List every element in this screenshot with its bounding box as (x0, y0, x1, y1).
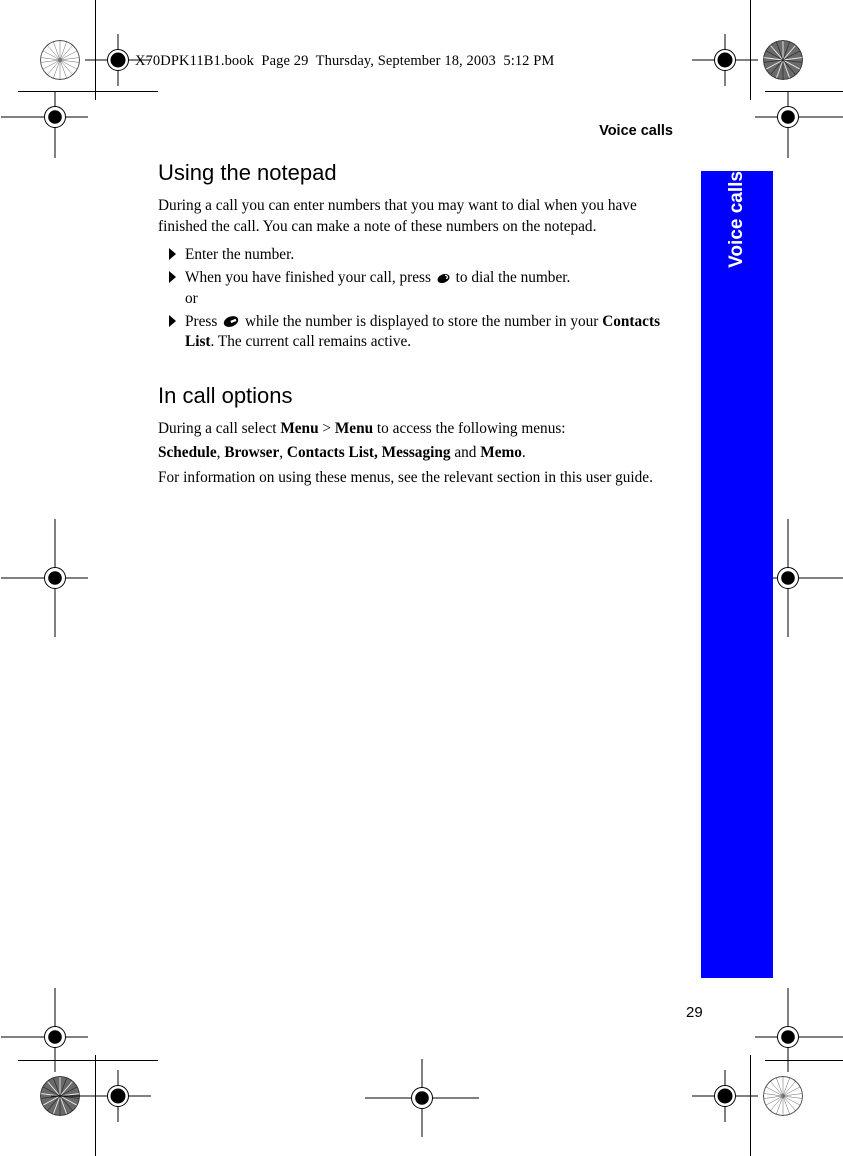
registration-target-icon (51, 1070, 151, 1122)
thumb-tab-label-wrap: Voice calls (701, 171, 773, 978)
guide-line-left (95, 0, 96, 100)
menu-list-sep-4: . (521, 444, 526, 462)
step-text-after-icon: to dial the number. (451, 269, 571, 287)
printed-page: X70DPK11B1.book Page 29 Thursday, Septem… (0, 0, 843, 1156)
list-item: Press while the number is displayed to s… (158, 312, 673, 353)
running-header: Voice calls (599, 123, 673, 139)
trim-line-bottom-right (765, 1060, 843, 1061)
registration-target-icon (1, 91, 88, 158)
file-header-stamp: X70DPK11B1.book Page 29 Thursday, Septem… (135, 53, 555, 69)
in-call-closing-paragraph: For information on using these menus, se… (158, 468, 653, 486)
step-text-before-icon: When you have finished your call, press (185, 269, 435, 287)
trim-line-bottom-left (18, 1060, 158, 1061)
page-content: Using the notepad During a call you can … (158, 160, 673, 494)
menu-item-browser: Browser (224, 444, 280, 462)
menu-separator: > (318, 420, 335, 437)
menu-item-schedule: Schedule (158, 444, 217, 462)
guide-line-left-bottom (95, 1055, 96, 1156)
in-call-menu-list: Schedule, Browser, Contacts List, Messag… (158, 443, 673, 463)
list-item: Enter the number. (158, 245, 673, 265)
trim-line-top-left (18, 91, 158, 92)
page-number: 29 (686, 1004, 703, 1021)
store-key-icon (223, 315, 239, 328)
section-heading-in-call-options: In call options (158, 382, 293, 408)
registration-target-icon (85, 34, 151, 86)
trim-line-top-right (765, 91, 843, 92)
registration-target-icon (755, 91, 843, 158)
section-heading-using-the-notepad: Using the notepad (158, 160, 337, 185)
registration-target-icon (1, 988, 88, 1072)
thumb-tab-label: Voice calls (726, 171, 747, 268)
registration-target-icon (755, 519, 843, 637)
in-call-intro-lead: During a call select (158, 420, 281, 437)
menu-list-sep-3: and (450, 444, 481, 462)
registration-target-icon (1, 519, 88, 637)
step-text-tail: . The current call remains active. (210, 333, 412, 351)
registration-target-icon (755, 988, 843, 1072)
guide-line-right-bottom (750, 1055, 751, 1156)
step-list: Enter the number. When you have finished… (158, 245, 673, 353)
menu-list-sep-2: , (279, 444, 287, 462)
starburst-mark-icon (763, 1076, 803, 1116)
list-item: When you have finished your call, press … (158, 268, 673, 309)
triangle-right-icon (168, 315, 177, 328)
send-key-icon (437, 273, 450, 284)
triangle-right-icon (168, 271, 177, 284)
guide-line-right (750, 0, 751, 100)
starburst-mark-icon (40, 40, 80, 80)
step-alternative-label: or (185, 289, 198, 307)
step-text-mid: while the number is displayed to store t… (241, 313, 603, 331)
registration-target-icon (692, 1070, 758, 1122)
menu-emphasis-first: Menu (280, 420, 319, 437)
menu-item-contacts-messaging: Contacts List, Messaging (286, 444, 451, 462)
triangle-right-icon (168, 247, 177, 260)
step-text-before-icon: Press (185, 313, 222, 331)
intro-paragraph: During a call you can enter numbers that… (158, 197, 637, 235)
starburst-mark-icon (763, 40, 803, 80)
menu-emphasis-second: Menu (334, 420, 374, 437)
in-call-intro-paragraph: During a call select Menu > Menu to acce… (158, 419, 673, 439)
registration-target-icon (692, 34, 758, 86)
step-text: Enter the number. (185, 245, 295, 263)
registration-target-icon (365, 1059, 479, 1137)
in-call-intro-tail: to access the following menus: (373, 420, 566, 437)
menu-item-memo: Memo (480, 444, 522, 462)
